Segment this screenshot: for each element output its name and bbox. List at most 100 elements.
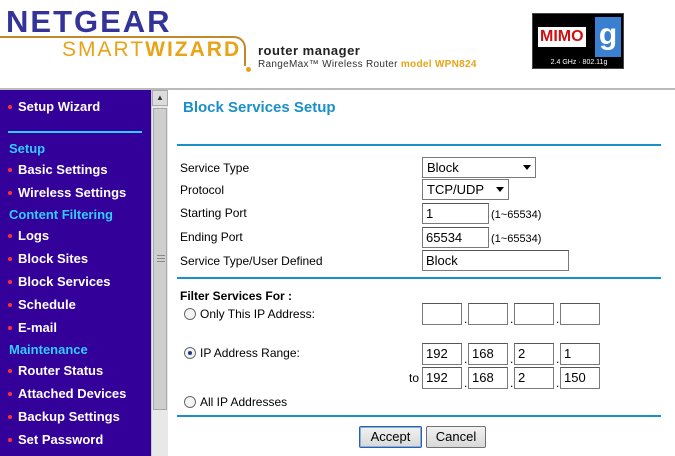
user-defined-input[interactable]: Block [422,250,569,271]
bullet-icon [8,368,12,373]
all-ip-label: All IP Addresses [200,395,288,409]
sidebar-item-label: Attached Devices [18,386,127,401]
sidebar-item-label: Setup Wizard [18,99,101,114]
router-model-line: RangeMax™ Wireless Router [258,59,398,70]
sidebar-item-setup-wizard[interactable]: Setup Wizard [8,99,100,114]
ending-port-label: Ending Port [180,230,243,244]
sidebar-item-router-status[interactable]: Router Status [8,363,103,378]
range-from-octet-3[interactable]: 2 [514,343,554,365]
sidebar-item-wireless-settings[interactable]: Wireless Settings [8,185,126,200]
sidebar-item-label: Basic Settings [18,162,108,177]
protocol-value: TCP/UDP [427,182,485,197]
header: NETGEAR SMARTWIZARD router manager Range… [0,0,675,88]
bottom-divider [177,415,661,417]
sidebar-item-backup-settings[interactable]: Backup Settings [8,409,120,424]
page-title: Block Services Setup [183,99,336,116]
range-to-octet-4[interactable]: 150 [560,367,600,389]
sidebar-divider [8,131,142,133]
smartwizard-bold-text: WIZARD [145,38,242,61]
ip-separator: . [556,312,560,326]
starting-port-label: Starting Port [180,206,247,220]
sidebar-item-block-sites[interactable]: Block Sites [8,251,88,266]
dropdown-arrow-icon [496,187,504,192]
bullet-icon [8,233,12,238]
sidebar-nav: Setup Wizard Setup Basic Settings Wirele… [0,90,151,456]
only-ip-octet-3[interactable] [514,303,554,325]
accept-button[interactable]: Accept [359,426,422,448]
ip-separator: . [556,376,560,390]
smartwizard-logo: SMARTWIZARD [62,38,241,62]
only-ip-radio[interactable] [184,308,196,320]
user-defined-label: Service Type/User Defined [180,254,323,268]
bullet-icon [8,104,12,109]
scroll-up-arrow-icon[interactable]: ▲ [152,90,168,106]
only-ip-label: Only This IP Address: [200,307,315,321]
sidebar-item-email[interactable]: E-mail [8,320,57,335]
bullet-icon [8,256,12,261]
sidebar-item-label: Set Password [18,432,104,447]
cancel-button[interactable]: Cancel [426,426,486,448]
ip-separator: . [510,376,514,390]
service-type-label: Service Type [180,161,250,175]
sidebar-item-logs[interactable]: Logs [8,228,49,243]
bullet-icon [8,414,12,419]
range-from-octet-2[interactable]: 168 [468,343,508,365]
router-model-name: model WPN824 [400,59,477,70]
bullet-icon [8,167,12,172]
ip-separator: . [510,312,514,326]
sidebar-item-label: Backup Settings [18,409,120,424]
range-from-octet-1[interactable]: 192 [422,343,462,365]
dropdown-arrow-icon [523,165,531,170]
only-ip-octet-1[interactable] [422,303,462,325]
router-manager-title: router manager [258,43,361,58]
service-type-value: Block [427,160,459,175]
starting-port-input[interactable]: 1 [422,203,489,224]
sidebar-section-setup: Setup [9,141,46,156]
range-from-octet-4[interactable]: 1 [560,343,600,365]
bullet-icon [8,391,12,396]
grip-icon [157,255,165,262]
sidebar-section-content-filtering: Content Filtering [9,207,113,222]
range-to-octet-3[interactable]: 2 [514,367,554,389]
logo-dot [246,67,251,72]
protocol-label: Protocol [180,183,225,197]
bullet-icon [8,325,12,330]
sidebar-item-label: Block Services [18,274,111,289]
range-to-octet-2[interactable]: 168 [468,367,508,389]
ip-separator: . [464,376,468,390]
sidebar-item-attached-devices[interactable]: Attached Devices [8,386,126,401]
range-to-label: to [409,371,420,385]
g-logo-icon: g [595,17,621,57]
only-ip-octet-4[interactable] [560,303,600,325]
scroll-thumb[interactable] [153,108,167,410]
sidebar-item-basic-settings[interactable]: Basic Settings [8,162,108,177]
sidebar-item-label: Logs [18,228,50,243]
protocol-select[interactable]: TCP/UDP [422,179,509,200]
service-type-select[interactable]: Block [422,157,536,178]
sidebar-item-label: Schedule [18,297,76,312]
sidebar-section-maintenance: Maintenance [9,342,88,357]
sidebar-item-label: E-mail [18,320,58,335]
starting-port-range-hint: (1~65534) [491,209,542,221]
ending-port-input[interactable]: 65534 [422,227,489,248]
sidebar-item-set-password[interactable]: Set Password [8,432,103,447]
bullet-icon [8,437,12,442]
main-panel: Block Services Setup Service Type Block … [168,90,675,456]
title-divider [177,144,661,146]
netgear-logo: NETGEAR [6,4,172,39]
sidebar-item-label: Wireless Settings [18,185,127,200]
sidebar-item-block-services[interactable]: Block Services [8,274,111,289]
sidebar-item-schedule[interactable]: Schedule [8,297,76,312]
range-to-octet-1[interactable]: 192 [422,367,462,389]
smartwizard-light-text: SMART [62,38,146,61]
sidebar-item-label: Router Status [18,363,104,378]
ip-separator: . [464,312,468,326]
ip-range-radio[interactable] [184,347,196,359]
bullet-icon [8,190,12,195]
filter-services-heading: Filter Services For : [180,289,293,303]
only-ip-octet-2[interactable] [468,303,508,325]
sidebar-scrollbar[interactable]: ▲ [151,90,168,456]
all-ip-radio[interactable] [184,396,196,408]
section-divider [177,277,661,279]
ending-port-range-hint: (1~65534) [491,233,542,245]
